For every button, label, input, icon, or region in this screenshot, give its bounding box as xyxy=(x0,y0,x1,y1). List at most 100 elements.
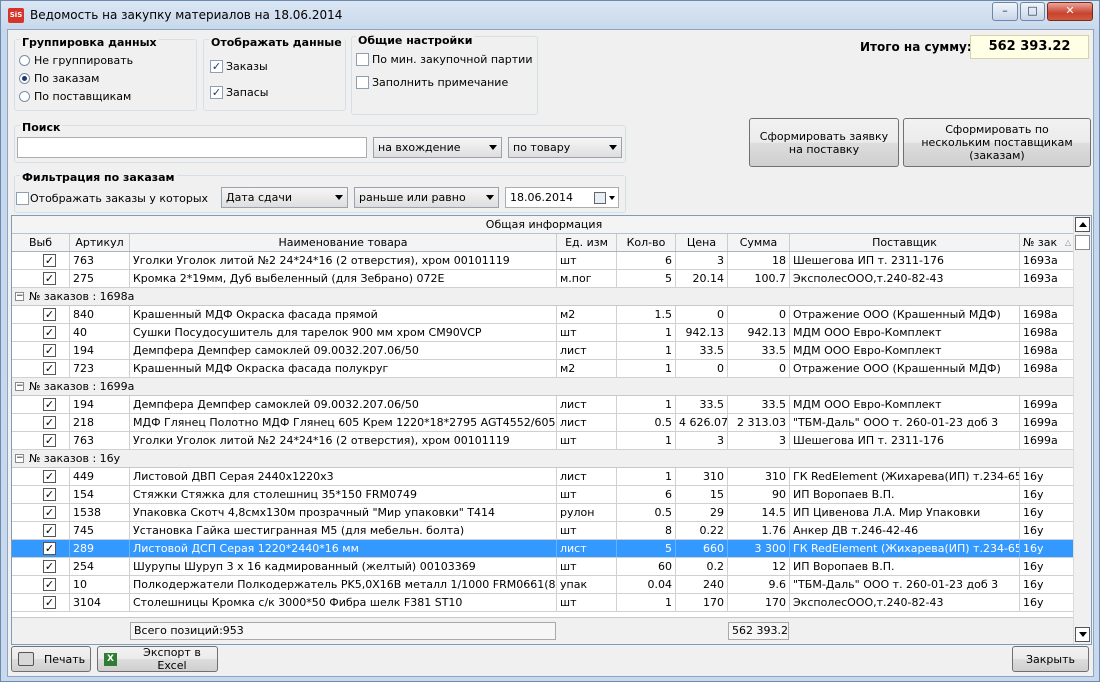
table-row[interactable]: ✓ 840 Крашенный МДФ Окраска фасада прямой м… xyxy=(12,306,1076,324)
table-row[interactable]: ✓ 289 Листовой ДСП Серая 1220*2440*16 мм ли… xyxy=(12,540,1076,558)
cell-name: Уголки Уголок литой №2 24*24*16 (2 отвер… xyxy=(130,252,557,269)
table-row[interactable]: ✓ 3104 Столешницы Кромка с/к 3000*50 Фибра… xyxy=(12,594,1076,612)
group-row-label: № заказов : 1699а xyxy=(29,380,135,393)
cell-qty: 5 xyxy=(617,540,676,557)
cell-sum: 12 xyxy=(728,558,790,575)
calendar-icon[interactable] xyxy=(594,192,606,204)
radio-by-suppliers[interactable] xyxy=(19,91,30,102)
table-row[interactable]: ✓ 154 Стяжки Стяжка для столешниц 35*150 F… xyxy=(12,486,1076,504)
fill-note-checkbox[interactable] xyxy=(356,76,369,89)
table-row[interactable]: ✓ 723 Крашенный МДФ Окраска фасада полукру… xyxy=(12,360,1076,378)
row-select-checkbox[interactable]: ✓ xyxy=(43,470,56,483)
col-header-supplier[interactable]: Поставщик xyxy=(790,234,1020,251)
app-logo-icon: SiS xyxy=(8,8,24,23)
row-select-checkbox[interactable]: ✓ xyxy=(43,506,56,519)
table-row[interactable]: ✓ 254 Шурупы Шуруп 3 х 16 кадмированный (ж… xyxy=(12,558,1076,576)
cell-qty: 1.5 xyxy=(617,306,676,323)
close-window-button[interactable]: ✕ xyxy=(1047,2,1093,21)
cell-order: 16у xyxy=(1020,504,1076,521)
row-select-checkbox[interactable]: ✓ xyxy=(43,560,56,573)
row-select-checkbox[interactable]: ✓ xyxy=(43,308,56,321)
print-button-label: Печать xyxy=(44,652,86,666)
filter-op-select[interactable]: раньше или равно xyxy=(354,187,499,208)
col-header-unit[interactable]: Ед. изм xyxy=(557,234,617,251)
maximize-button[interactable]: □ xyxy=(1020,2,1045,21)
print-button[interactable]: Печать xyxy=(11,646,91,672)
select-cell: ✓ xyxy=(12,468,70,485)
cell-name: Уголки Уголок литой №2 24*24*16 (2 отвер… xyxy=(130,432,557,449)
col-header-article[interactable]: Артикул xyxy=(70,234,130,251)
row-select-checkbox[interactable]: ✓ xyxy=(43,326,56,339)
grouping-group: Группировка данных Не группировать По за… xyxy=(14,36,197,111)
stock-checkbox[interactable]: ✓ xyxy=(210,86,223,99)
row-select-checkbox[interactable]: ✓ xyxy=(43,596,56,609)
col-header-name[interactable]: Наименование товара xyxy=(130,234,557,251)
radio-by-orders[interactable] xyxy=(19,73,30,84)
row-select-checkbox[interactable]: ✓ xyxy=(43,542,56,555)
table-row[interactable]: ✓ 40 Сушки Посудосушитель для тарелок 900 … xyxy=(12,324,1076,342)
radio-no-grouping[interactable] xyxy=(19,55,30,66)
table-row[interactable]: ✓ 449 Листовой ДВП Серая 2440х1220х3 лист 1 3… xyxy=(12,468,1076,486)
cell-supplier: Анкер ДВ т.246-42-46 xyxy=(790,522,1020,539)
collapse-icon[interactable]: − xyxy=(15,382,24,391)
group-row[interactable]: − № заказов : 1699а xyxy=(12,378,1076,396)
table-row[interactable]: ✓ 763 Уголки Уголок литой №2 24*24*16 (2 о… xyxy=(12,432,1076,450)
title-bar[interactable]: SiS Ведомость на закупку материалов на 1… xyxy=(1,1,1099,29)
cell-unit: лист xyxy=(557,540,617,557)
search-field-select[interactable]: по товару xyxy=(508,137,622,158)
group-row[interactable]: − № заказов : 1698а xyxy=(12,288,1076,306)
table-row[interactable]: ✓ 1538 Упаковка Скотч 4,8смх130м прозрачны… xyxy=(12,504,1076,522)
col-header-order[interactable]: № зак △ xyxy=(1020,234,1076,251)
table-row[interactable]: ✓ 745 Установка Гайка шестигранная М5 (для… xyxy=(12,522,1076,540)
make-request-button[interactable]: Сформировать заявку на поставку xyxy=(749,118,899,167)
row-select-checkbox[interactable]: ✓ xyxy=(43,524,56,537)
export-excel-button[interactable]: X Экспорт в Excel xyxy=(97,646,218,672)
scroll-thumb[interactable] xyxy=(1075,235,1090,250)
orders-checkbox[interactable]: ✓ xyxy=(210,60,223,73)
table-row[interactable]: ✓ 194 Демпфера Демпфер самоклей 09.0032.20… xyxy=(12,342,1076,360)
cell-supplier: МДМ ООО Евро-Комплект xyxy=(790,396,1020,413)
row-select-checkbox[interactable]: ✓ xyxy=(43,362,56,375)
table-row[interactable]: ✓ 275 Кромка 2*19мм, Дуб выбеленный (для З… xyxy=(12,270,1076,288)
search-mode-select[interactable]: на вхождение xyxy=(373,137,502,158)
minimize-button[interactable]: – xyxy=(992,2,1018,21)
group-row[interactable]: − № заказов : 16у xyxy=(12,450,1076,468)
scroll-down-button[interactable] xyxy=(1075,627,1090,642)
grid-vertical-scrollbar[interactable] xyxy=(1073,216,1091,644)
table-row[interactable]: ✓ 218 МДФ Глянец Полотно МДФ Глянец 605 Кр… xyxy=(12,414,1076,432)
row-select-checkbox[interactable]: ✓ xyxy=(43,272,56,285)
row-select-checkbox[interactable]: ✓ xyxy=(43,416,56,429)
group-row-label: № заказов : 1698а xyxy=(29,290,135,303)
row-select-checkbox[interactable]: ✓ xyxy=(43,398,56,411)
row-select-checkbox[interactable]: ✓ xyxy=(43,344,56,357)
row-select-checkbox[interactable]: ✓ xyxy=(43,434,56,447)
scroll-up-button[interactable] xyxy=(1075,217,1090,232)
min-batch-checkbox[interactable] xyxy=(356,53,369,66)
cell-price: 29 xyxy=(676,504,728,521)
table-row[interactable]: ✓ 763 Уголки Уголок литой №2 24*24*16 (2 о… xyxy=(12,252,1076,270)
close-button[interactable]: Закрыть xyxy=(1012,646,1089,672)
col-header-price[interactable]: Цена xyxy=(676,234,728,251)
row-select-checkbox[interactable]: ✓ xyxy=(43,254,56,267)
cell-order: 16у xyxy=(1020,576,1076,593)
row-select-checkbox[interactable]: ✓ xyxy=(43,488,56,501)
select-cell: ✓ xyxy=(12,432,70,449)
col-header-qty[interactable]: Кол-во xyxy=(617,234,676,251)
filter-field-select[interactable]: Дата сдачи xyxy=(221,187,348,208)
make-multi-request-button[interactable]: Сформировать по нескольким поставщикам (… xyxy=(903,118,1091,167)
col-header-sum[interactable]: Сумма xyxy=(728,234,790,251)
cell-unit: шт xyxy=(557,486,617,503)
show-orders-checkbox[interactable] xyxy=(16,192,29,205)
table-row[interactable]: ✓ 194 Демпфера Демпфер самоклей 09.0032.20… xyxy=(12,396,1076,414)
table-row[interactable]: ✓ 10 Полкодержатели Полкодержатель PK5,0X1… xyxy=(12,576,1076,594)
cell-unit: шт xyxy=(557,432,617,449)
search-input[interactable] xyxy=(17,137,367,158)
total-value: 562 393.22 xyxy=(970,35,1089,59)
cell-qty: 1 xyxy=(617,432,676,449)
collapse-icon[interactable]: − xyxy=(15,454,24,463)
collapse-icon[interactable]: − xyxy=(15,292,24,301)
cell-order: 1699а xyxy=(1020,414,1076,431)
filter-date-picker[interactable]: 18.06.2014 xyxy=(505,187,619,208)
col-header-select[interactable]: Выб xyxy=(12,234,70,251)
row-select-checkbox[interactable]: ✓ xyxy=(43,578,56,591)
